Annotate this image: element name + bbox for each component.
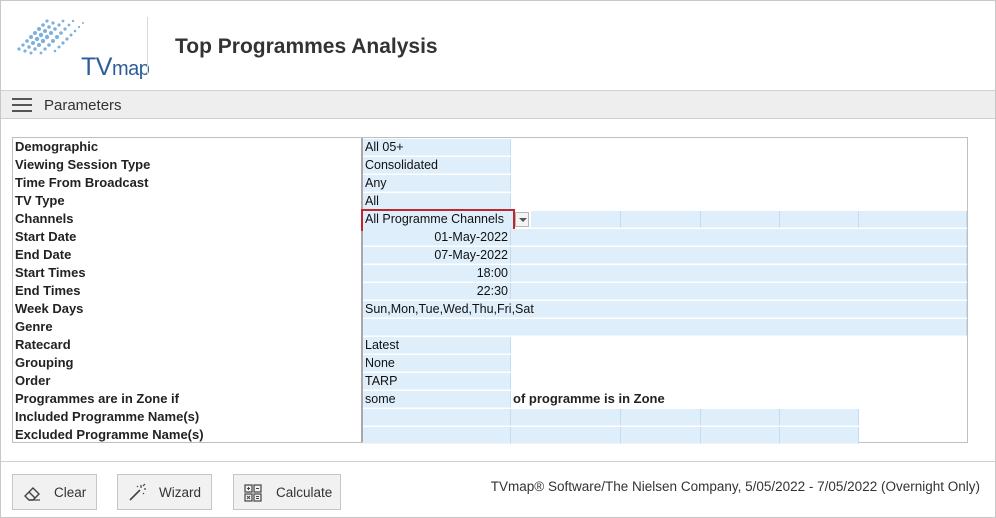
channels-dropdown-icon[interactable]: [515, 212, 529, 227]
order-cell[interactable]: TARP: [363, 373, 511, 390]
header-divider: [147, 17, 148, 75]
included-programmes-extra-cell[interactable]: [780, 409, 859, 426]
channels-extra-cell[interactable]: [780, 211, 859, 228]
excluded-programmes-extra-cell[interactable]: [511, 427, 621, 444]
end-date-cell[interactable]: 07-May-2022: [363, 247, 511, 264]
clear-button[interactable]: Clear: [12, 474, 97, 510]
excluded-programmes-extra-cell[interactable]: [621, 427, 701, 444]
label-start-times: Start Times: [15, 265, 86, 280]
label-order: Order: [15, 373, 51, 388]
label-channels: Channels: [15, 211, 74, 226]
calculate-button[interactable]: Calculate: [233, 474, 341, 510]
channels-extra-cell[interactable]: [531, 211, 621, 228]
label-ratecard: Ratecard: [15, 337, 71, 352]
ratecard-cell[interactable]: Latest: [363, 337, 511, 354]
tvmap-logo: TVmap: [11, 11, 150, 81]
label-time-from-broadcast: Time From Broadcast: [15, 175, 149, 190]
grouping-cell[interactable]: None: [363, 355, 511, 372]
parameters-title: Parameters: [44, 97, 122, 114]
label-included-programmes: Included Programme Name(s): [15, 409, 200, 424]
excluded-programmes-cell[interactable]: [363, 427, 511, 444]
hamburger-menu-icon[interactable]: [12, 98, 32, 113]
label-end-date: End Date: [15, 247, 72, 262]
included-programmes-extra-cell[interactable]: [701, 409, 780, 426]
calculate-button-label: Calculate: [276, 485, 333, 500]
demographic-cell[interactable]: All 05+: [363, 139, 511, 156]
label-week-days: Week Days: [15, 301, 84, 316]
end-date-extra-cell[interactable]: [511, 247, 967, 264]
time-from-broadcast-cell[interactable]: Any: [363, 175, 511, 192]
start-date-cell[interactable]: 01-May-2022: [363, 229, 511, 246]
parameters-grid: Demographic Viewing Session Type Time Fr…: [12, 137, 968, 444]
label-genre: Genre: [15, 319, 53, 334]
calculator-icon: [244, 484, 262, 502]
channels-extra-cell[interactable]: [701, 211, 780, 228]
logo-dots-icon: [17, 19, 84, 55]
start-times-extra-cell[interactable]: [511, 265, 967, 282]
zone-condition-cell[interactable]: some: [363, 391, 511, 408]
footer: Clear Wizard Calculate TVmap® Software/T…: [1, 461, 995, 517]
viewing-session-type-cell[interactable]: Consolidated: [363, 157, 511, 174]
label-grouping: Grouping: [15, 355, 74, 370]
end-times-extra-cell[interactable]: [511, 283, 967, 300]
channels-extra-cell[interactable]: [621, 211, 701, 228]
logo-wordmark: TVmap: [81, 53, 150, 81]
clear-button-label: Clear: [54, 485, 87, 500]
included-programmes-extra-cell[interactable]: [511, 409, 621, 426]
header: TVmap Top Programmes Analysis: [1, 1, 995, 90]
included-programmes-cell[interactable]: [363, 409, 511, 426]
label-tv-type: TV Type: [15, 193, 65, 208]
page-title: Top Programmes Analysis: [175, 35, 438, 58]
label-demographic: Demographic: [15, 139, 99, 154]
end-times-cell[interactable]: 22:30: [363, 283, 511, 300]
app-window: TVmap Top Programmes Analysis Parameters…: [0, 0, 996, 518]
eraser-icon: [24, 487, 40, 501]
week-days-cell[interactable]: Sun,Mon,Tue,Wed,Thu,Fri,Sat: [363, 301, 967, 318]
start-times-cell[interactable]: 18:00: [363, 265, 511, 282]
wizard-button-label: Wizard: [159, 485, 202, 500]
included-programmes-extra-cell[interactable]: [621, 409, 701, 426]
label-zone-condition: Programmes are in Zone if: [15, 391, 179, 406]
label-start-date: Start Date: [15, 229, 77, 244]
tv-type-cell[interactable]: All: [363, 193, 511, 210]
wizard-button[interactable]: Wizard: [117, 474, 212, 510]
label-viewing-session-type: Viewing Session Type: [15, 157, 151, 172]
excluded-programmes-extra-cell[interactable]: [780, 427, 859, 444]
parameters-bar[interactable]: Parameters: [1, 90, 995, 119]
excluded-programmes-extra-cell[interactable]: [701, 427, 780, 444]
zone-note: of programme is in Zone: [513, 391, 665, 406]
genre-cell[interactable]: [363, 319, 967, 336]
channels-extra-cell[interactable]: [859, 211, 967, 228]
footer-info-text: TVmap® Software/The Nielsen Company, 5/0…: [490, 479, 980, 494]
label-excluded-programmes: Excluded Programme Name(s): [15, 427, 204, 442]
magic-wand-icon: [129, 483, 146, 501]
channels-select[interactable]: All Programme Channels: [361, 209, 515, 231]
start-date-extra-cell[interactable]: [511, 229, 967, 246]
label-end-times: End Times: [15, 283, 81, 298]
